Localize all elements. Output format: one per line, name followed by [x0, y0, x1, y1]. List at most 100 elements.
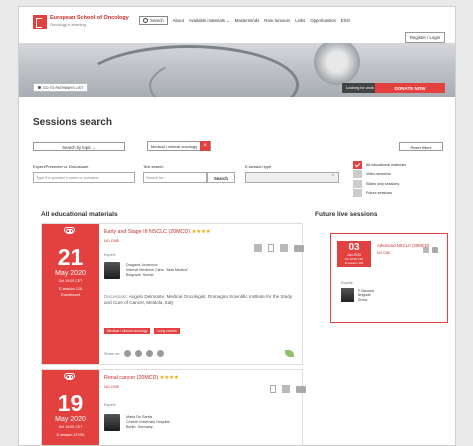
cme-label: NO CME	[104, 385, 120, 389]
nav-item-rare-tumours[interactable]: Rare tumours	[264, 18, 290, 23]
checkbox-video-sessions[interactable]	[353, 170, 362, 178]
stethoscope-chestpiece-image	[314, 43, 360, 85]
material-filters: All educational materials Video sessions…	[353, 160, 406, 198]
session-card[interactable]: 21 May 2020 Oct 15:00 CET E-session 128 …	[41, 223, 304, 365]
filter-slides-only[interactable]: Slides only sessions	[353, 179, 406, 188]
future-session-title[interactable]: Advanced NSCLC (20MCD)	[377, 243, 429, 248]
page-title: Sessions search	[33, 117, 112, 128]
eso-logo-icon[interactable]	[33, 15, 47, 29]
nav-item-available-materials[interactable]: Available materials ⌄	[189, 18, 230, 24]
nav-item-search[interactable]: Search	[139, 16, 168, 25]
remove-topic-icon[interactable]: ×	[200, 141, 211, 151]
expert-label: Expert:	[104, 253, 117, 257]
session-title[interactable]: Renal cancer (20MCD) ★★★★	[104, 375, 179, 381]
nav-item-masterminds[interactable]: Masterminds	[235, 18, 260, 23]
cme-label: NO CME	[104, 239, 120, 243]
search-button[interactable]: Search	[207, 172, 235, 183]
future-session-card[interactable]: 03 Jun 2020 Oct 18:00 CET E-session 129 …	[330, 233, 448, 323]
session-format: Grandround	[60, 293, 81, 297]
rating-stars: ★★★★	[159, 375, 179, 381]
nav-item-eso[interactable]: ESO	[341, 18, 350, 23]
cart-icon[interactable]	[280, 244, 288, 252]
brand-subtitle: Oncology e-learning	[50, 22, 86, 27]
calendar-icon[interactable]	[423, 247, 429, 253]
video-icon[interactable]	[432, 247, 438, 253]
session-date-panel: 21 May 2020 Oct 15:00 CET E-session 128 …	[42, 224, 99, 364]
share-facebook-icon[interactable]	[124, 350, 132, 357]
recording-icon	[64, 227, 75, 234]
expert-field-label: Expert/Presenter or Discussant	[33, 164, 89, 169]
session-title[interactable]: Early and Stage III NSCLC (20MCD) ★★★★	[104, 229, 210, 235]
session-number: E-session 127/50	[56, 433, 85, 437]
session-day: 21	[57, 244, 84, 270]
card-actions	[254, 244, 304, 252]
text-search-input[interactable]: Search for...	[143, 172, 207, 183]
share-email-icon[interactable]	[157, 350, 165, 357]
checkbox-all-materials[interactable]	[353, 160, 362, 169]
filter-future-sessions[interactable]: Future sessions	[353, 189, 406, 198]
expert-search-input[interactable]: Type the speaker's name or surname	[33, 172, 135, 183]
session-card[interactable]: 19 May 2020 Oct 15:00 CET E-session 127/…	[41, 369, 306, 445]
expert-label: Expert:	[104, 403, 117, 407]
share-label: Share on:	[104, 351, 121, 356]
video-icon[interactable]	[296, 385, 306, 393]
future-card-actions	[423, 247, 438, 253]
share-row: Share on:	[104, 350, 165, 357]
session-month: May 2020	[55, 270, 86, 277]
tag-medical-oncology[interactable]: Medical / clinical oncology	[104, 328, 151, 335]
filter-video-sessions-label: Video sessions	[366, 172, 391, 176]
checkbox-future-sessions[interactable]	[353, 189, 362, 197]
topic-tags: Medical / clinical oncology Lung cancer	[104, 328, 180, 335]
back-to-pathways-button[interactable]: GO TO PATHWAYS LIST	[33, 83, 89, 92]
expert-avatar	[104, 414, 120, 431]
expert-avatar	[104, 262, 120, 279]
page-frame: European School of Oncology Oncology e-l…	[18, 6, 456, 446]
expert-info: Maria De Santis Charité University Hospi…	[126, 415, 169, 430]
filter-all-materials[interactable]: All educational materials	[353, 160, 406, 169]
session-month: May 2020	[55, 416, 86, 423]
discussant-key: Discussant:	[104, 294, 128, 299]
nav-item-opportunities[interactable]: Opportunities	[310, 18, 336, 23]
search-by-topic-dropdown[interactable]: Search by topic ⌄	[33, 142, 125, 151]
expert-info: Dragana Jovanovic Internal Medicine Clin…	[126, 263, 188, 278]
back-to-pathways-label: GO TO PATHWAYS LIST	[43, 85, 84, 90]
session-time: Oct 15:00 CET	[58, 279, 83, 283]
session-type-select[interactable]	[245, 172, 339, 183]
recording-icon	[64, 373, 75, 380]
checkbox-slides-only[interactable]	[353, 179, 362, 188]
cart-icon[interactable]	[282, 385, 290, 393]
session-time: Oct 15:00 CET	[58, 425, 83, 429]
filter-video-sessions[interactable]: Video sessions	[353, 170, 406, 179]
nav-menu: Search About Available materials ⌄ Maste…	[139, 16, 350, 25]
share-twitter-icon[interactable]	[135, 350, 143, 357]
donate-now-button[interactable]: DONATE NOW	[375, 83, 445, 93]
nav-item-links[interactable]: Links	[295, 18, 305, 23]
share-linkedin-icon[interactable]	[146, 350, 154, 357]
future-day: 03	[348, 242, 360, 253]
future-cme-label: NO CME	[377, 251, 391, 255]
filter-future-sessions-label: Future sessions	[366, 191, 393, 195]
register-login-button[interactable]: Register / Login	[404, 32, 445, 43]
back-arrow-icon	[38, 86, 41, 89]
session-type-label: E-session type	[245, 164, 272, 169]
reset-filters-button[interactable]: Reset filters	[399, 142, 443, 151]
card-actions	[270, 385, 306, 393]
future-expert-avatar	[341, 288, 354, 302]
looking-for-work-button[interactable]: Looking for work	[342, 83, 378, 93]
top-nav: European School of Oncology Oncology e-l…	[19, 7, 455, 33]
expert-location: Berlin, Germany	[126, 424, 153, 429]
selected-topic-label: Medical / clinical oncology	[151, 143, 198, 149]
nav-item-about[interactable]: About	[173, 18, 184, 23]
video-icon[interactable]	[294, 244, 304, 252]
rating-stars: ★★★★	[191, 229, 211, 235]
future-session-number: E-session 129	[344, 261, 364, 265]
discussant-value: Angelo Delmonte, Medical Oncologist, Rom…	[104, 294, 293, 306]
tag-lung-cancer[interactable]: Lung cancer	[154, 328, 180, 335]
leaf-icon	[285, 350, 294, 357]
document-icon[interactable]	[270, 385, 276, 393]
slides-icon[interactable]	[254, 244, 262, 252]
document-icon[interactable]	[268, 244, 274, 252]
brand-title[interactable]: European School of Oncology	[50, 15, 129, 21]
future-experts-label: Experts:	[341, 281, 354, 285]
all-materials-heading: All educational materials	[41, 211, 118, 218]
